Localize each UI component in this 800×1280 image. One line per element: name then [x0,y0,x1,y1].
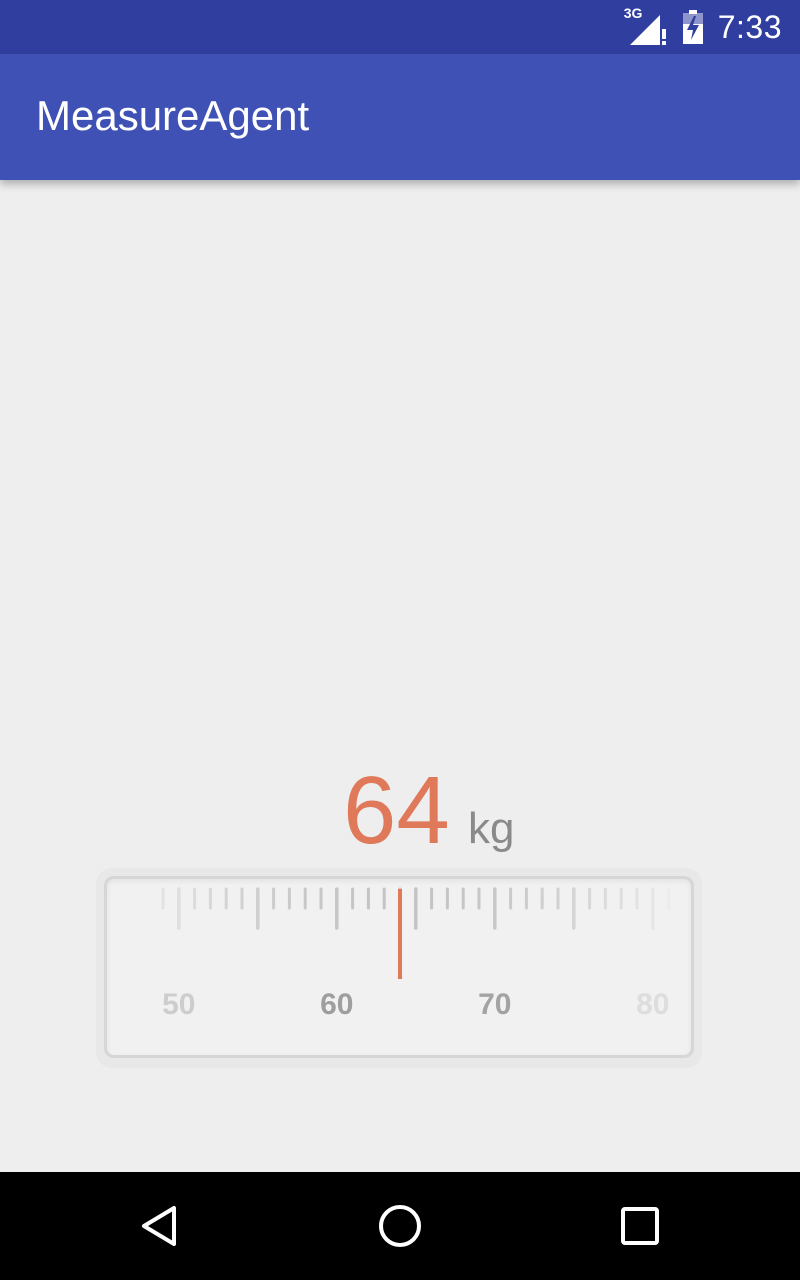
ruler-label: 60 [320,988,353,1021]
ruler-label: 50 [162,988,195,1021]
back-icon [142,1206,176,1246]
battery-charging-icon [682,10,704,44]
status-icons: 3G 7:33 [624,0,782,54]
weight-readout: 64 kg [0,755,800,865]
network-type-label: 3G [623,5,643,21]
home-icon [379,1205,421,1247]
signal-icon: 3G [623,5,668,47]
ruler-label: 70 [478,988,511,1021]
status-time: 7:33 [717,8,782,45]
navigation-bar [0,1172,800,1280]
weight-unit: kg [468,804,515,853]
home-button[interactable] [340,1172,460,1280]
status-bar: 3G 7:33 [0,0,800,54]
app-title: MeasureAgent [36,92,310,139]
back-button[interactable] [100,1172,220,1280]
app-bar: MeasureAgent [0,54,800,180]
weight-value: 64 [343,757,450,864]
ruler-scale[interactable]: 50 60 70 80 [104,876,694,1058]
recents-icon [621,1207,659,1245]
ruler-label: 80 [636,988,669,1021]
recents-button[interactable] [580,1172,700,1280]
